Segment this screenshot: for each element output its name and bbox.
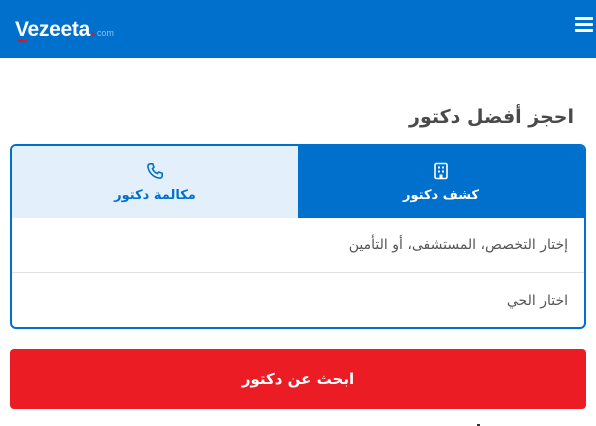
vezeeta-logo[interactable]: Vezeeta . com (15, 18, 114, 42)
building-icon (434, 162, 448, 179)
logo-dot: . (89, 18, 96, 41)
logo-text: Vezeeta (15, 18, 90, 41)
tab-doctor-visit-label: كشف دكتور (403, 187, 479, 203)
hamburger-menu-icon[interactable] (575, 17, 593, 33)
tab-doctor-call-label: مكالمة دكتور (114, 187, 196, 203)
search-doctor-button[interactable]: ابحث عن دكتور (10, 349, 586, 409)
specialty-select[interactable]: إختار التخصص، المستشفى، أو التأمين (12, 218, 584, 273)
area-select[interactable]: اختار الحي (12, 273, 584, 327)
tab-doctor-visit[interactable]: كشف دكتور (298, 146, 584, 218)
search-doctor-button-label: ابحث عن دكتور (241, 370, 355, 388)
phone-icon (147, 162, 163, 179)
menu-bar (575, 23, 593, 26)
specialty-placeholder: إختار التخصص، المستشفى، أو التأمين (348, 237, 568, 253)
search-card: كشف دكتور مكالمة دكتور إختار التخصص، الم… (10, 144, 586, 329)
tab-doctor-call[interactable]: مكالمة دكتور (12, 146, 298, 218)
menu-bar (575, 29, 593, 32)
menu-bar (575, 17, 593, 20)
logo-underline (17, 40, 27, 42)
top-header: Vezeeta . com (0, 0, 596, 58)
logo-suffix: com (96, 28, 114, 38)
page-title: احجز أفضل دكتور (409, 106, 574, 128)
area-placeholder: اختار الحي (506, 292, 568, 309)
